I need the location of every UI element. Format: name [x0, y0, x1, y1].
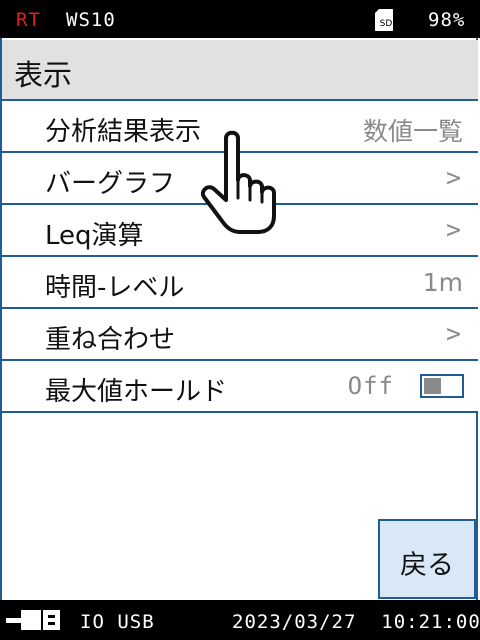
screen-header: 表示 — [2, 40, 478, 101]
chevron-right-icon: > — [445, 215, 461, 244]
menu-item-max-hold[interactable]: 最大値ホールド Off — [2, 361, 478, 413]
menu-item-value: 1m — [422, 268, 463, 297]
max-hold-toggle[interactable] — [420, 374, 464, 398]
menu-item-label: 分析結果表示 — [45, 117, 202, 147]
toggle-knob — [424, 378, 441, 394]
sd-card-label: SD — [380, 19, 393, 29]
menu-item-label: 時間-レベル — [45, 273, 185, 303]
date-time: 2023/03/27 10:21:00 — [232, 611, 480, 633]
sd-card-icon: SD — [375, 9, 393, 31]
battery-level: 98% — [428, 9, 466, 31]
page-title: 表示 — [14, 58, 73, 92]
rt-mode-indicator: RT — [16, 9, 41, 31]
bottom-status-bar: IO USB 2023/03/27 10:21:00 — [0, 600, 480, 640]
menu-item-value: 数値一覧 — [362, 117, 463, 146]
usb-connection-icon — [6, 610, 60, 630]
menu-item-overlay[interactable]: 重ね合わせ > — [2, 309, 478, 361]
menu-item-label: 最大値ホールド — [45, 377, 228, 407]
weighting-indicator: WS10 — [66, 9, 116, 31]
back-button-label: 戻る — [400, 550, 454, 581]
pointing-hand-icon — [201, 130, 276, 234]
max-hold-state: Off — [347, 372, 394, 400]
interface-indicator: IO USB — [80, 611, 155, 633]
menu-item-label: バーグラフ — [45, 169, 176, 199]
menu-item-label: 重ね合わせ — [45, 325, 176, 355]
menu-item-time-level[interactable]: 時間-レベル 1m — [2, 257, 478, 309]
chevron-right-icon: > — [445, 163, 461, 192]
chevron-right-icon: > — [445, 319, 461, 348]
menu-item-label: Leq演算 — [45, 221, 144, 251]
top-status-bar: RT WS10 SD 98% — [0, 0, 480, 38]
back-button[interactable]: 戻る — [378, 519, 476, 599]
